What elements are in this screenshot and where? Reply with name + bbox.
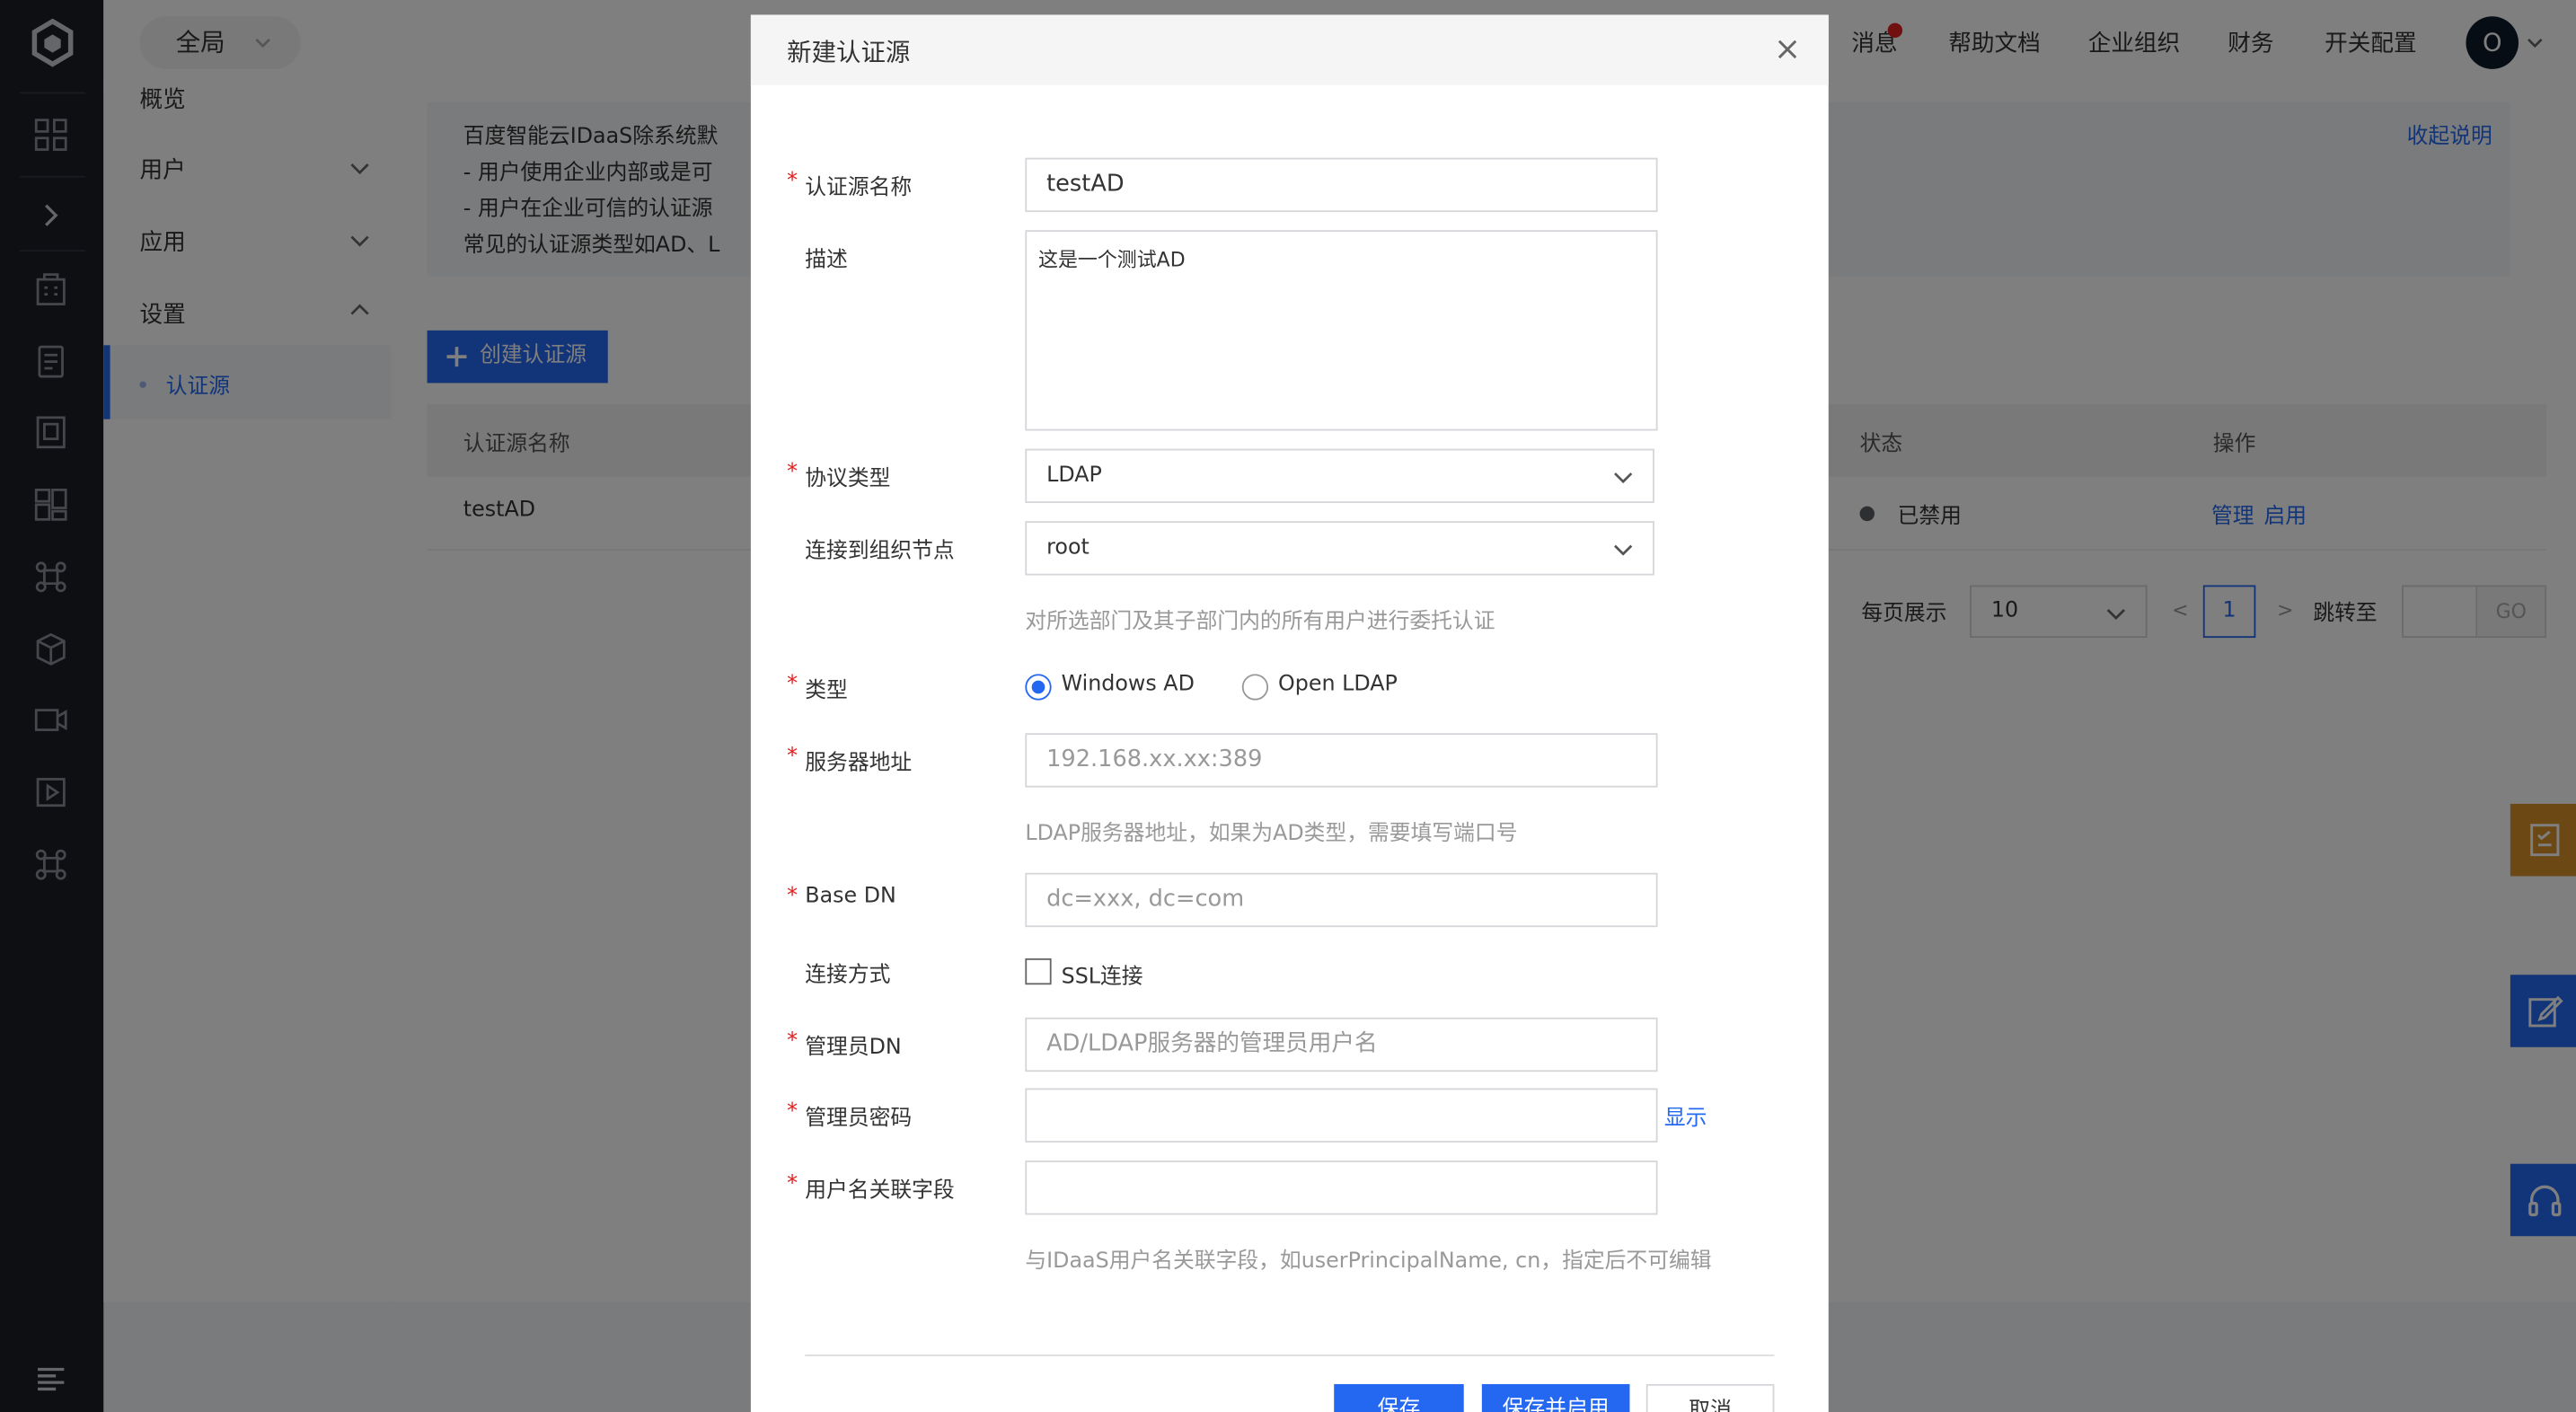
field-label-protocol: 协议类型: [805, 466, 891, 492]
server-address-input[interactable]: 192.168.xx.xx:389: [1025, 733, 1658, 788]
field-label-base-dn: Base DN: [805, 884, 896, 910]
required-mark: *: [787, 1171, 798, 1197]
radio-label-open-ldap[interactable]: Open LDAP: [1278, 673, 1398, 697]
required-mark: *: [787, 1028, 798, 1055]
org-node-select[interactable]: root: [1025, 521, 1654, 576]
app-window: 全局 消息 帮助文档 企业组织 财务 开关配置 O 概览 用户 应用 设置 认证…: [0, 0, 2576, 1412]
show-password-link[interactable]: 显示: [1664, 1099, 1707, 1131]
cancel-button[interactable]: 取消: [1645, 1383, 1775, 1412]
field-label-connection: 连接方式: [805, 963, 891, 988]
description-textarea[interactable]: 这是一个测试AD: [1025, 230, 1658, 431]
radio-windows-ad[interactable]: [1025, 674, 1052, 701]
radio-label-windows-ad[interactable]: Windows AD: [1062, 673, 1195, 697]
dialog-title: 新建认证源: [787, 38, 911, 68]
close-icon[interactable]: [1776, 38, 1799, 61]
field-label-server: 服务器地址: [805, 751, 913, 776]
field-label-type: 类型: [805, 678, 848, 704]
create-auth-source-dialog: 新建认证源 * 认证源名称 testAD 描述 这是一个测试AD * 协议类型 …: [750, 14, 1829, 1412]
required-mark: *: [787, 460, 798, 485]
chevron-down-icon: [1614, 544, 1633, 556]
server-hint: LDAP服务器地址，如果为AD类型，需要填写端口号: [1025, 822, 1518, 847]
admin-password-input[interactable]: [1025, 1088, 1658, 1143]
field-label-admin-password: 管理员密码: [805, 1106, 913, 1132]
field-label-admin-dn: 管理员DN: [805, 1035, 902, 1061]
required-mark: *: [787, 1099, 798, 1125]
ssl-checkbox[interactable]: [1025, 958, 1052, 985]
dialog-header: 新建认证源: [750, 14, 1829, 86]
required-mark: *: [787, 884, 798, 910]
dialog-divider: [805, 1355, 1775, 1356]
protocol-value: LDAP: [1046, 463, 1102, 489]
field-label-org-node: 连接到组织节点: [805, 539, 955, 564]
username-field-input[interactable]: [1025, 1160, 1658, 1215]
field-label-name: 认证源名称: [805, 175, 913, 201]
save-button[interactable]: 保存: [1334, 1383, 1464, 1412]
chevron-down-icon: [1614, 472, 1633, 484]
save-and-enable-button[interactable]: 保存并启用: [1481, 1383, 1630, 1412]
field-label-description: 描述: [805, 248, 848, 273]
base-dn-input[interactable]: dc=xxx, dc=com: [1025, 872, 1658, 928]
ssl-checkbox-label[interactable]: SSL连接: [1062, 958, 1143, 989]
radio-open-ldap[interactable]: [1241, 674, 1269, 701]
org-node-hint: 对所选部门及其子部门内的所有用户进行委托认证: [1025, 609, 1495, 635]
protocol-select[interactable]: LDAP: [1025, 448, 1654, 504]
org-node-value: root: [1046, 535, 1090, 561]
name-input[interactable]: testAD: [1025, 157, 1658, 213]
required-mark: *: [787, 672, 798, 697]
required-mark: *: [787, 745, 798, 770]
field-label-username-field: 用户名关联字段: [805, 1178, 955, 1204]
required-mark: *: [787, 169, 798, 194]
username-field-hint: 与IDaaS用户名关联字段，如userPrincipalName, cn，指定后…: [1025, 1249, 1712, 1275]
admin-dn-input[interactable]: AD/LDAP服务器的管理员用户名: [1025, 1017, 1658, 1072]
